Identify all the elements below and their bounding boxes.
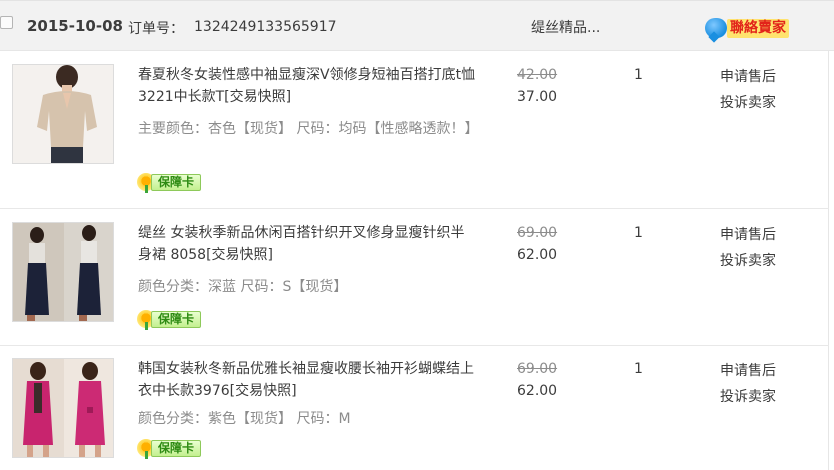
product-thumbnail[interactable] (12, 358, 114, 458)
apply-after-sale-link[interactable]: 申请售后 (720, 360, 776, 380)
guarantee-card-label: 保障卡 (151, 440, 201, 457)
original-price: 69.00 (517, 225, 558, 241)
product-attributes: 颜色分类：紫色【现货】 尺码：M (138, 411, 351, 427)
guarantee-card-label: 保障卡 (151, 174, 201, 191)
complain-seller-link[interactable]: 投诉卖家 (720, 250, 776, 270)
contact-seller-label: 聯絡賣家 (727, 19, 789, 38)
product-title-link[interactable]: 春夏秋冬女装性感中袖显瘦深V领修身短袖百搭打底t恤3221中长款T[交易快照] (138, 64, 478, 108)
order-item: 春夏秋冬女装性感中袖显瘦深V领修身短袖百搭打底t恤3221中长款T[交易快照] … (0, 51, 829, 209)
product-attributes: 颜色分类：深蓝 尺码：S【现货】 (138, 279, 348, 295)
complain-seller-link[interactable]: 投诉卖家 (720, 386, 776, 406)
apply-after-sale-link[interactable]: 申请售后 (720, 224, 776, 244)
order-number: 1324249133565917 (194, 19, 337, 35)
apply-after-sale-link[interactable]: 申请售后 (720, 66, 776, 86)
contact-seller-button[interactable]: 聯絡賣家 (705, 16, 795, 40)
original-price: 69.00 (517, 361, 558, 377)
original-price: 42.00 (517, 67, 558, 83)
shop-name-link[interactable]: 缇丝精品... (531, 17, 600, 37)
product-attributes: 主要颜色：杏色【现货】 尺码：均码【性感略透款！】 (138, 121, 479, 137)
order-items: 春夏秋冬女装性感中袖显瘦深V领修身短袖百搭打底t恤3221中长款T[交易快照] … (0, 51, 829, 470)
guarantee-card-badge[interactable]: 保障卡 (137, 173, 201, 193)
order-item: 韩国女装秋冬新品优雅长袖显瘦收腰长袖开衫蝴蝶结上衣中长款3976[交易快照] 颜… (0, 346, 829, 470)
guarantee-card-badge[interactable]: 保障卡 (137, 439, 201, 459)
quantity: 1 (634, 225, 643, 241)
paid-price: 62.00 (517, 247, 558, 263)
quantity: 1 (634, 67, 643, 83)
chat-bubble-icon (705, 18, 727, 38)
guarantee-card-label: 保障卡 (151, 311, 201, 328)
quantity: 1 (634, 361, 643, 377)
product-title-link[interactable]: 缇丝 女装秋季新品休闲百搭针织开叉修身显瘦针织半身裙 8058[交易快照] (138, 222, 478, 266)
product-thumbnail[interactable] (12, 222, 114, 322)
order-number-label: 订单号： (128, 21, 184, 37)
order-date: 2015-10-08 (27, 17, 123, 35)
order-block: 2015-10-08 订单号： 1324249133565917 缇丝精品...… (0, 0, 834, 470)
product-thumbnail[interactable] (12, 64, 114, 164)
order-header: 2015-10-08 订单号： 1324249133565917 缇丝精品...… (0, 0, 834, 51)
product-title-link[interactable]: 韩国女装秋冬新品优雅长袖显瘦收腰长袖开衫蝴蝶结上衣中长款3976[交易快照] (138, 358, 478, 402)
order-select-checkbox[interactable] (0, 16, 13, 29)
order-item: 缇丝 女装秋季新品休闲百搭针织开叉修身显瘦针织半身裙 8058[交易快照] 颜色… (0, 209, 829, 346)
guarantee-card-badge[interactable]: 保障卡 (137, 310, 201, 330)
complain-seller-link[interactable]: 投诉卖家 (720, 92, 776, 112)
paid-price: 62.00 (517, 383, 558, 399)
paid-price: 37.00 (517, 89, 558, 105)
